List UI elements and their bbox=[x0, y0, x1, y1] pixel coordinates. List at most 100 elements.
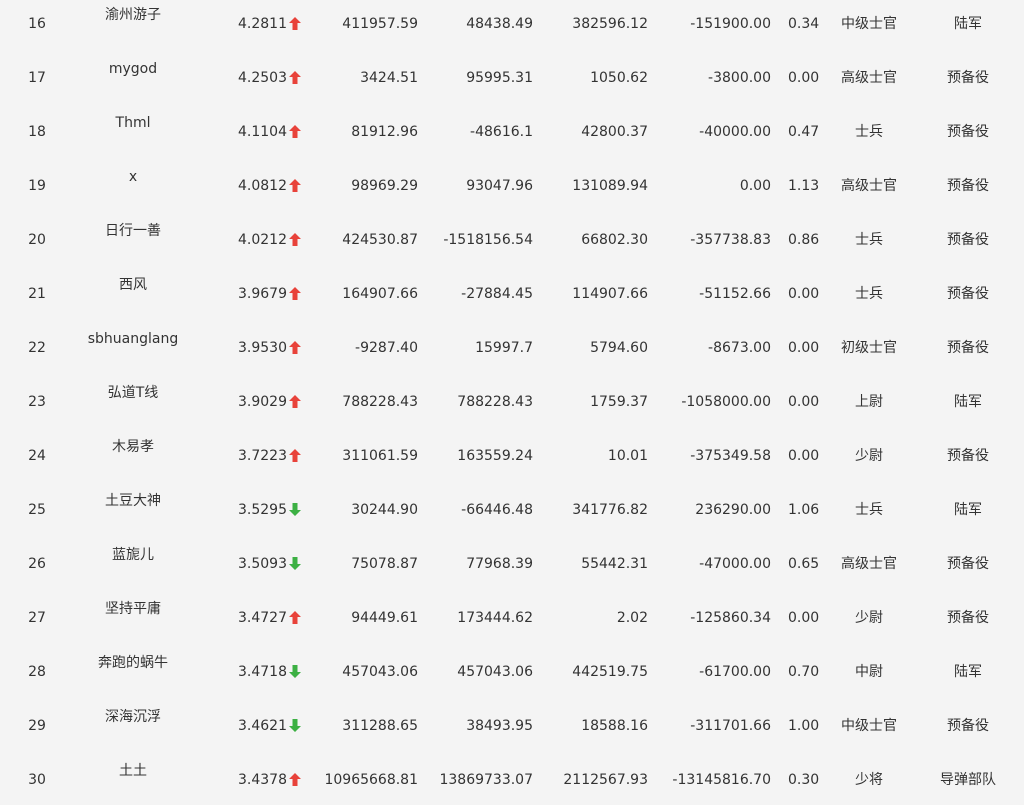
value-column-1: 3424.51 bbox=[360, 70, 418, 86]
score-value: 3.5093 bbox=[238, 556, 287, 572]
user-name-link[interactable]: 渝州游子 bbox=[76, 6, 190, 24]
value-column-2: 93047.96 bbox=[466, 178, 533, 194]
value-column-4: 236290.00 bbox=[695, 502, 771, 518]
user-name-link[interactable]: mygod bbox=[76, 60, 190, 78]
arrow-up-icon bbox=[289, 610, 303, 626]
value-column-1: -9287.40 bbox=[355, 340, 418, 356]
value-column-4: -125860.34 bbox=[690, 610, 771, 626]
ratio-value: 1.13 bbox=[788, 178, 820, 194]
value-column-2: -48616.1 bbox=[470, 124, 533, 140]
user-name-link[interactable]: 土土 bbox=[76, 762, 190, 780]
rank-number: 16 bbox=[28, 16, 46, 32]
score-value: 3.4378 bbox=[238, 772, 287, 788]
user-name-link[interactable]: 日行一善 bbox=[76, 222, 190, 240]
value-column-4: -61700.00 bbox=[699, 664, 771, 680]
military-unit: 陆军 bbox=[954, 502, 982, 518]
military-unit: 预备役 bbox=[947, 448, 989, 464]
ratio-value: 0.34 bbox=[788, 16, 820, 32]
rank-number: 21 bbox=[28, 286, 46, 302]
rank-number: 18 bbox=[28, 124, 46, 140]
user-name-link[interactable]: 蓝旎儿 bbox=[76, 546, 190, 564]
value-column-3: 10.01 bbox=[607, 448, 648, 464]
table-row: 20 日行一善 4.0212 424530.87 -1518156.54 668… bbox=[0, 215, 1024, 269]
value-column-4: -51152.66 bbox=[699, 286, 771, 302]
military-rank: 上尉 bbox=[855, 394, 883, 410]
rank-number: 24 bbox=[28, 448, 46, 464]
value-column-2: 95995.31 bbox=[466, 70, 533, 86]
ratio-value: 0.00 bbox=[788, 448, 820, 464]
score-value: 3.9530 bbox=[238, 340, 287, 356]
rank-number: 19 bbox=[28, 178, 46, 194]
arrow-up-icon bbox=[289, 124, 303, 140]
military-unit: 预备役 bbox=[947, 178, 989, 194]
user-name-link[interactable]: 坚持平庸 bbox=[76, 600, 190, 618]
military-unit: 预备役 bbox=[947, 70, 989, 86]
user-name-link[interactable]: 土豆大神 bbox=[76, 492, 190, 510]
military-unit: 预备役 bbox=[947, 286, 989, 302]
military-rank: 士兵 bbox=[855, 124, 883, 140]
ratio-value: 0.47 bbox=[788, 124, 820, 140]
user-name-link[interactable]: 奔跑的蜗牛 bbox=[76, 654, 190, 672]
rank-number: 26 bbox=[28, 556, 46, 572]
ranking-table: 16 渝州游子 4.2811 411957.59 48438.49 382596… bbox=[0, 0, 1024, 805]
table-row: 22 sbhuanglang 3.9530 -9287.40 15997.7 5… bbox=[0, 323, 1024, 377]
ratio-value: 0.00 bbox=[788, 394, 820, 410]
user-name-link[interactable]: 弘道T线 bbox=[76, 384, 190, 402]
rank-number: 22 bbox=[28, 340, 46, 356]
score-value: 3.9029 bbox=[238, 394, 287, 410]
value-column-1: 10965668.81 bbox=[324, 772, 418, 788]
arrow-up-icon bbox=[289, 232, 303, 248]
value-column-2: 457043.06 bbox=[457, 664, 533, 680]
value-column-3: 382596.12 bbox=[572, 16, 648, 32]
value-column-4: -40000.00 bbox=[699, 124, 771, 140]
table-row: 18 Thml 4.1104 81912.96 -48616.1 42800.3… bbox=[0, 107, 1024, 161]
arrow-up-icon bbox=[289, 178, 303, 194]
value-column-4: -311701.66 bbox=[690, 718, 771, 734]
value-column-1: 98969.29 bbox=[351, 178, 418, 194]
arrow-down-icon bbox=[289, 556, 303, 572]
rank-number: 23 bbox=[28, 394, 46, 410]
user-name-link[interactable]: 深海沉浮 bbox=[76, 708, 190, 726]
arrow-down-icon bbox=[289, 664, 303, 680]
table-row: 29 深海沉浮 3.4621 311288.65 38493.95 18588.… bbox=[0, 701, 1024, 755]
arrow-down-icon bbox=[289, 718, 303, 734]
table-row: 19 x 4.0812 98969.29 93047.96 131089.94 … bbox=[0, 161, 1024, 215]
value-column-2: 15997.7 bbox=[475, 340, 533, 356]
value-column-4: -8673.00 bbox=[708, 340, 771, 356]
value-column-4: -1058000.00 bbox=[681, 394, 771, 410]
value-column-2: 48438.49 bbox=[466, 16, 533, 32]
military-unit: 预备役 bbox=[947, 556, 989, 572]
table-row: 26 蓝旎儿 3.5093 75078.87 77968.39 55442.31… bbox=[0, 539, 1024, 593]
value-column-4: 0.00 bbox=[739, 178, 771, 194]
value-column-2: -27884.45 bbox=[461, 286, 533, 302]
value-column-4: -375349.58 bbox=[690, 448, 771, 464]
user-name-link[interactable]: x bbox=[76, 168, 190, 186]
rank-number: 20 bbox=[28, 232, 46, 248]
user-name-link[interactable]: Thml bbox=[76, 114, 190, 132]
value-column-3: 66802.30 bbox=[581, 232, 648, 248]
military-unit: 预备役 bbox=[947, 124, 989, 140]
ratio-value: 0.00 bbox=[788, 340, 820, 356]
military-rank: 士兵 bbox=[855, 286, 883, 302]
military-unit: 预备役 bbox=[947, 340, 989, 356]
military-rank: 中级士官 bbox=[841, 16, 897, 32]
military-rank: 高级士官 bbox=[841, 70, 897, 86]
military-rank: 士兵 bbox=[855, 232, 883, 248]
user-name-link[interactable]: 西风 bbox=[76, 276, 190, 294]
value-column-4: -357738.83 bbox=[690, 232, 771, 248]
user-name-link[interactable]: 木易孝 bbox=[76, 438, 190, 456]
table-row: 25 土豆大神 3.5295 30244.90 -66446.48 341776… bbox=[0, 485, 1024, 539]
ratio-value: 0.00 bbox=[788, 286, 820, 302]
value-column-3: 2.02 bbox=[616, 610, 648, 626]
value-column-1: 411957.59 bbox=[342, 16, 418, 32]
military-rank: 少将 bbox=[855, 772, 883, 788]
table-row: 28 奔跑的蜗牛 3.4718 457043.06 457043.06 4425… bbox=[0, 647, 1024, 701]
score-value: 3.9679 bbox=[238, 286, 287, 302]
user-name-link[interactable]: sbhuanglang bbox=[76, 330, 190, 348]
military-unit: 预备役 bbox=[947, 718, 989, 734]
arrow-up-icon bbox=[289, 772, 303, 788]
arrow-up-icon bbox=[289, 448, 303, 464]
ratio-value: 1.06 bbox=[788, 502, 820, 518]
value-column-3: 55442.31 bbox=[581, 556, 648, 572]
military-rank: 中尉 bbox=[855, 664, 883, 680]
